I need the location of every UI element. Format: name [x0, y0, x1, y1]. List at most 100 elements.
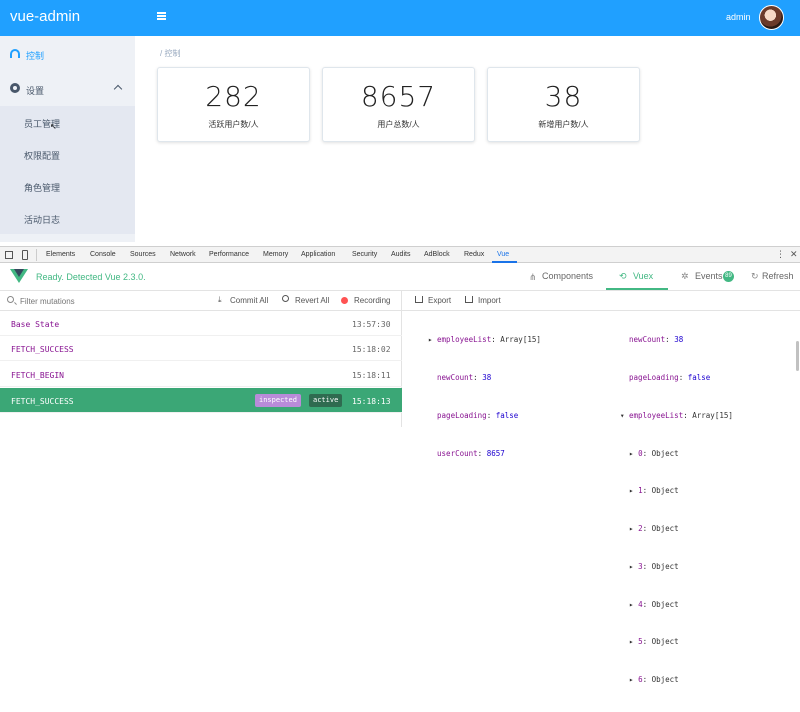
mutation-row[interactable]: FETCH_SUCCESS 15:18:02 [0, 336, 402, 361]
state-value: Object [651, 448, 679, 458]
state-tree-right: newCount: 38 pageLoading: false ▾ employ… [620, 309, 733, 712]
vue-status-text: Ready. Detected Vue 2.3.0. [36, 272, 146, 282]
avatar[interactable] [759, 5, 784, 30]
tab-performance[interactable]: Performance [209, 251, 249, 258]
sidebar-item-label: 设置 [26, 86, 45, 96]
state-entry[interactable]: ▸ 5: Object [620, 636, 733, 649]
mutation-row[interactable]: FETCH_BEGIN 15:18:11 [0, 362, 402, 387]
scrollbar[interactable] [796, 341, 799, 371]
active-tab-indicator [606, 288, 668, 290]
gear-icon [10, 83, 20, 93]
state-value: Object [651, 486, 679, 496]
stat-card-new-users: 38 新增用户数/人 [487, 67, 640, 142]
stat-number: 282 [205, 80, 262, 113]
state-entry[interactable]: ▸ 1: Object [620, 485, 733, 498]
state-key: newCount [629, 335, 666, 345]
mouse-cursor-icon: ↖ [50, 122, 57, 131]
menu-toggle-icon[interactable] [157, 12, 166, 20]
stat-caption: 活跃用户数/人 [208, 120, 259, 129]
mutation-time: 15:18:13 [352, 397, 391, 406]
filter-mutations-input[interactable] [20, 294, 200, 308]
tab-components[interactable]: Components [542, 271, 593, 281]
state-entry[interactable]: ▸ 6: Object [620, 674, 733, 687]
tab-network[interactable]: Network [170, 251, 196, 258]
sidebar-item-label: 角色管理 [24, 183, 61, 193]
state-key: 2 [638, 524, 643, 534]
state-key: pageLoading [629, 372, 679, 382]
tab-vue[interactable]: Vue [497, 251, 509, 258]
stat-number: 8657 [360, 80, 437, 113]
tab-redux[interactable]: Redux [464, 251, 484, 258]
tab-audits[interactable]: Audits [391, 251, 410, 258]
state-key: 4 [638, 599, 643, 609]
tab-memory[interactable]: Memory [263, 251, 288, 258]
sidebar-item-settings[interactable]: 设置 [0, 73, 135, 105]
device-toolbar-icon[interactable] [22, 250, 28, 260]
revert-all-button[interactable]: Revert All [295, 296, 329, 305]
state-entry[interactable]: ▸ 4: Object [620, 599, 733, 612]
tab-application[interactable]: Application [301, 251, 335, 258]
tab-console[interactable]: Console [90, 251, 116, 258]
state-value: Object [651, 524, 679, 534]
state-entry[interactable]: ▾ employeeList: Array[15] [620, 410, 733, 423]
mutation-name: Base State [11, 320, 60, 329]
tab-refresh[interactable]: Refresh [762, 271, 794, 281]
app-brand[interactable]: vue-admin [10, 8, 80, 25]
components-icon: ⋔ [529, 272, 537, 282]
mutation-time: 15:18:11 [352, 371, 391, 380]
tab-security[interactable]: Security [352, 251, 377, 258]
mutation-name: FETCH_SUCCESS [11, 345, 74, 354]
inspect-element-icon[interactable] [5, 251, 13, 259]
state-entry[interactable]: ▸ 0: Object [620, 448, 733, 461]
more-options-icon[interactable]: ⋮ [776, 249, 785, 260]
state-value: Array[15] [500, 335, 541, 345]
state-value: Object [651, 637, 679, 647]
refresh-icon: ↻ [751, 271, 759, 281]
tab-events[interactable]: Events [695, 271, 723, 281]
mutation-name: FETCH_SUCCESS [11, 397, 74, 406]
state-value: Object [651, 675, 679, 685]
expand-arrow-icon[interactable]: ▸ [629, 449, 634, 458]
expand-arrow-icon[interactable]: ▸ [428, 335, 433, 344]
events-count-badge: 89 [723, 271, 734, 282]
recording-button[interactable]: Recording [354, 296, 390, 305]
sidebar-item-employees[interactable]: 员工管理 ↖ [0, 106, 135, 138]
sidebar-item-permissions[interactable]: 权限配置 [0, 138, 135, 170]
state-entry[interactable]: ▸ 3: Object [620, 561, 733, 574]
mutation-row-selected[interactable]: FETCH_SUCCESS inspected active 15:18:13 [0, 388, 402, 413]
tab-vuex[interactable]: Vuex [633, 271, 653, 281]
state-entry[interactable]: ▸ employeeList: Array[15] [428, 334, 541, 347]
sidebar-item-dashboard[interactable]: 控制 [0, 38, 135, 70]
tab-sources[interactable]: Sources [130, 251, 156, 258]
state-value: false [687, 372, 711, 382]
state-key: newCount [437, 372, 474, 382]
expand-arrow-icon[interactable]: ▸ [629, 637, 634, 646]
mutation-time: 15:18:02 [352, 345, 391, 354]
state-toolbar: Export Import [402, 291, 800, 311]
breadcrumb: / 控制 [160, 48, 180, 59]
state-key: 5 [638, 637, 643, 647]
expand-arrow-icon[interactable]: ▸ [629, 562, 634, 571]
expand-arrow-icon[interactable]: ▸ [629, 486, 634, 495]
tab-elements[interactable]: Elements [46, 251, 75, 258]
state-entry[interactable]: ▸ 2: Object [620, 523, 733, 536]
import-button[interactable]: Import [478, 296, 501, 305]
state-value: Object [651, 599, 679, 609]
tab-adblock[interactable]: AdBlock [424, 251, 450, 258]
expand-arrow-icon[interactable]: ▸ [629, 675, 634, 684]
mutation-row[interactable]: Base State 13:57:30 [0, 311, 402, 336]
expand-arrow-icon[interactable]: ▸ [629, 600, 634, 609]
collapse-arrow-icon[interactable]: ▾ [620, 411, 625, 420]
export-button[interactable]: Export [428, 296, 451, 305]
main-content: / 控制 282 活跃用户数/人 8657 用户总数/人 38 新增用户数/人 [135, 36, 800, 242]
vue-devtools-header: Ready. Detected Vue 2.3.0. ⋔ Components … [0, 263, 800, 291]
commit-all-button[interactable]: Commit All [230, 296, 268, 305]
stat-caption: 用户总数/人 [377, 120, 420, 129]
username[interactable]: admin [726, 12, 751, 22]
expand-arrow-icon[interactable]: ▸ [629, 524, 634, 533]
close-icon[interactable]: ✕ [790, 249, 798, 260]
sidebar-item-label: 控制 [26, 51, 45, 61]
state-key: 3 [638, 561, 643, 571]
sidebar-item-roles[interactable]: 角色管理 [0, 170, 135, 202]
sidebar-item-activity-log[interactable]: 活动日志 [0, 202, 135, 234]
